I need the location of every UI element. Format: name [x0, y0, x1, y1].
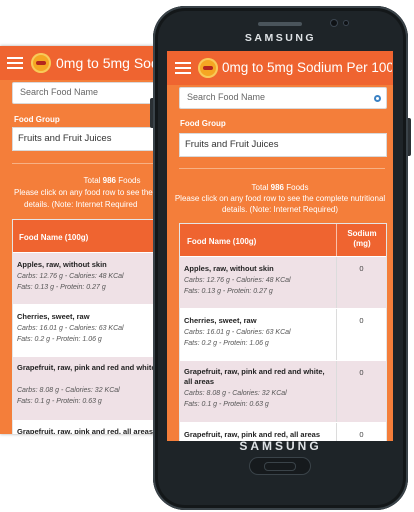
- location-icon[interactable]: [374, 95, 381, 102]
- background-app-screen: 0mg to 5mg Sodium Search Food Name Food …: [0, 46, 160, 434]
- total-count: Total 986 Foods: [83, 176, 141, 185]
- menu-icon[interactable]: [175, 62, 191, 74]
- divider: [179, 168, 385, 169]
- row-carbs: Carbs: 8.08 g - Calories: 32 KCal: [17, 387, 120, 394]
- home-button[interactable]: [250, 458, 310, 474]
- food-group-label: Food Group: [180, 119, 226, 128]
- table-row[interactable]: Grapefruit, raw, pink and red and white,…: [13, 356, 160, 421]
- col-sodium: Sodium (mg): [347, 229, 377, 248]
- row-sodium: 0: [359, 368, 364, 377]
- row-food-name: Grapefruit, raw, pink and red and white,…: [184, 367, 325, 386]
- search-placeholder: Search Food Name: [187, 92, 266, 102]
- search-placeholder: Search Food Name: [20, 87, 99, 97]
- row-carbs: Carbs: 8.08 g - Calories: 32 KCal: [184, 390, 287, 397]
- instruction-text-2: details. (Note: Internet Required): [221, 205, 339, 214]
- earpiece-speaker: [258, 22, 302, 26]
- brand-label-top: SAMSUNG: [244, 32, 317, 44]
- app-logo-icon: [31, 53, 51, 73]
- row-food-name: Cherries, sweet, raw: [17, 312, 90, 321]
- divider: [12, 163, 160, 164]
- menu-icon[interactable]: [7, 57, 23, 69]
- food-table: Food Name (100g) Sodium (mg) Apples, raw…: [179, 223, 387, 441]
- table-row[interactable]: Cherries, sweet, raw Carbs: 16.01 g - Ca…: [180, 308, 386, 361]
- table-row[interactable]: Apples, raw, without skin Carbs: 12.76 g…: [13, 252, 160, 305]
- food-group-label: Food Group: [14, 115, 60, 124]
- food-group-value: Fruits and Fruit Juices: [18, 133, 112, 144]
- app-bar: 0mg to 5mg Sodium: [0, 46, 160, 80]
- row-sodium: 0: [359, 264, 364, 273]
- col-food-name: Food Name (100g): [19, 233, 89, 242]
- table-header: Food Name (100g): [13, 220, 160, 252]
- row-food-name: Apples, raw, without skin: [184, 264, 274, 273]
- app-bar: 0mg to 5mg Sodium Per 100gm...: [167, 51, 393, 85]
- table-row[interactable]: Grapefruit, raw, pink and red, all areas: [13, 420, 160, 434]
- instruction-text: Please click on any food row to see the …: [14, 188, 159, 197]
- food-group-value: Fruits and Fruit Juices: [185, 139, 279, 150]
- row-food-name: Grapefruit, raw, pink and red and white,…: [17, 363, 160, 372]
- instruction-text-2: details. (Note: Internet Required: [24, 200, 138, 209]
- table-row[interactable]: Cherries, sweet, raw Carbs: 16.01 g - Ca…: [13, 304, 160, 357]
- table-row[interactable]: Grapefruit, raw, pink and red and white,…: [180, 360, 386, 423]
- row-fats: Fats: 0.1 g - Protein: 0.63 g: [184, 401, 269, 408]
- table-row[interactable]: Apples, raw, without skin Carbs: 12.76 g…: [180, 256, 386, 309]
- row-carbs: Carbs: 12.76 g - Calories: 48 KCal: [184, 277, 291, 284]
- row-sodium: 0: [359, 316, 364, 325]
- row-fats: Fats: 0.13 g - Protein: 0.27 g: [17, 284, 106, 291]
- table-header: Food Name (100g) Sodium (mg): [180, 224, 386, 256]
- phone-screen: 0mg to 5mg Sodium Per 100gm... Search Fo…: [167, 51, 393, 441]
- column-divider: [336, 224, 337, 256]
- food-table: Food Name (100g) Apples, raw, without sk…: [12, 219, 160, 434]
- row-sodium: 0: [359, 430, 364, 439]
- app-title: 0mg to 5mg Sodium: [56, 55, 160, 71]
- row-carbs: Carbs: 16.01 g - Calories: 63 KCal: [17, 325, 124, 332]
- row-carbs: Carbs: 12.76 g - Calories: 48 KCal: [17, 273, 124, 280]
- app-title: 0mg to 5mg Sodium Per 100gm...: [222, 60, 392, 75]
- row-carbs: Carbs: 16.01 g - Calories: 63 KCal: [184, 329, 291, 336]
- volume-button: [150, 98, 153, 128]
- power-button: [408, 118, 411, 156]
- row-food-name: Cherries, sweet, raw: [184, 316, 257, 325]
- row-food-name: Grapefruit, raw, pink and red, all areas: [17, 427, 154, 434]
- search-input[interactable]: Search Food Name: [12, 82, 160, 104]
- col-food-name: Food Name (100g): [187, 237, 257, 246]
- row-fats: Fats: 0.2 g - Protein: 1.06 g: [17, 336, 102, 343]
- row-fats: Fats: 0.1 g - Protein: 0.63 g: [17, 398, 102, 405]
- app-logo-icon: [198, 58, 218, 78]
- brand-label-bottom: SAMSUNG: [239, 439, 322, 453]
- front-camera: [331, 20, 337, 26]
- row-fats: Fats: 0.2 g - Protein: 1.06 g: [184, 340, 269, 347]
- row-food-name: Apples, raw, without skin: [17, 260, 107, 269]
- phone-device: SAMSUNG 0mg to 5mg Sodium Per 100gm... S…: [150, 6, 411, 510]
- row-fats: Fats: 0.13 g - Protein: 0.27 g: [184, 288, 273, 295]
- food-group-select[interactable]: Fruits and Fruit Juices: [179, 133, 387, 157]
- search-input[interactable]: Search Food Name: [179, 87, 387, 109]
- food-group-select[interactable]: Fruits and Fruit Juices: [12, 127, 160, 151]
- sensor: [344, 21, 348, 25]
